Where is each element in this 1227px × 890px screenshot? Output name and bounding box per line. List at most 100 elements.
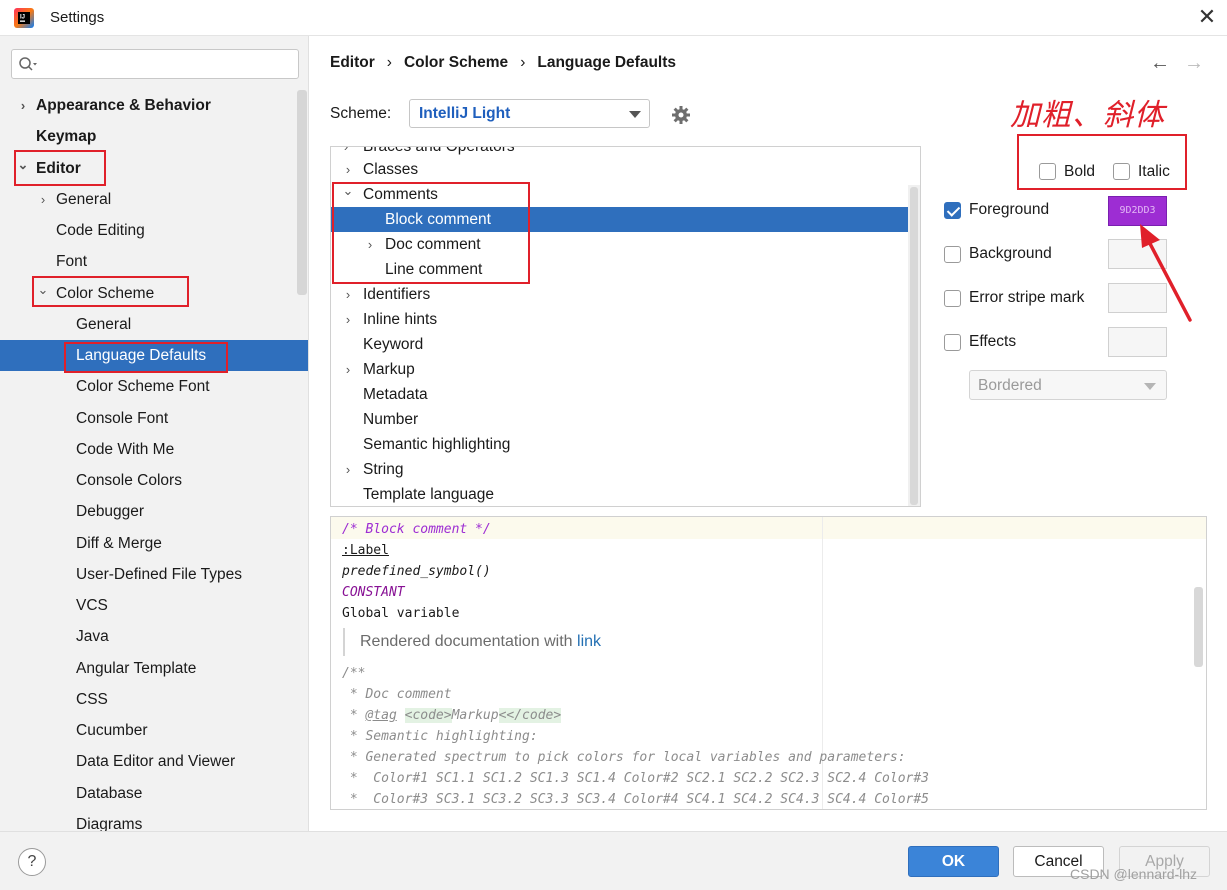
intellij-app-icon: IJ	[14, 8, 34, 28]
breadcrumb-separator: ›	[520, 54, 526, 71]
sidebar-item[interactable]: Diagrams	[0, 809, 308, 831]
back-arrow-icon[interactable]: ←	[1150, 52, 1170, 75]
sidebar-item-label: Angular Template	[76, 659, 197, 677]
chevron-right-icon[interactable]: ›	[341, 282, 355, 307]
breadcrumb-editor[interactable]: Editor	[330, 54, 375, 71]
ok-button[interactable]: OK	[908, 846, 999, 877]
gear-icon[interactable]	[670, 104, 692, 130]
breadcrumb-color-scheme[interactable]: Color Scheme	[404, 54, 508, 71]
preview-constant: CONSTANT	[342, 585, 405, 600]
sidebar-item-label: Code Editing	[56, 222, 145, 239]
preview-label: :Label	[342, 543, 389, 558]
effect-type-dropdown[interactable]: Bordered	[969, 370, 1167, 400]
sidebar-item[interactable]: Code With Me	[0, 434, 308, 465]
doc-markup: Markup	[451, 708, 499, 723]
tree-row-label: Semantic highlighting	[363, 436, 511, 453]
sidebar-item-label: Keymap	[36, 128, 97, 146]
chevron-right-icon[interactable]: ›	[341, 307, 355, 332]
foreground-checkbox[interactable]	[944, 202, 961, 219]
sidebar-item[interactable]: VCS	[0, 590, 308, 621]
search-icon	[19, 57, 37, 71]
tree-row[interactable]: Semantic highlighting	[331, 432, 909, 457]
annotation-box-language-defaults	[64, 342, 228, 373]
sidebar-item[interactable]: Debugger	[0, 496, 308, 527]
error-stripe-checkbox[interactable]	[944, 290, 961, 307]
preview-global-variable: Global variable	[342, 606, 460, 621]
tree-row[interactable]: Number	[331, 407, 909, 432]
sidebar-item-label: User-Defined File Types	[76, 565, 242, 583]
tree-row[interactable]: Template language	[331, 482, 909, 506]
tree-row[interactable]: › Inline hints	[331, 307, 909, 332]
annotation-box-comments	[332, 182, 530, 284]
sidebar-item[interactable]: Diff & Merge	[0, 528, 308, 559]
sidebar-item[interactable]: Keymap	[0, 121, 308, 152]
foreground-label: Foreground	[969, 201, 1050, 218]
sidebar-item[interactable]: › General	[0, 184, 308, 215]
chevron-down-icon	[1144, 383, 1156, 390]
sidebar-item[interactable]: Java	[0, 621, 308, 652]
background-checkbox[interactable]	[944, 246, 961, 263]
tree-row-label: Identifiers	[363, 286, 431, 303]
scheme-value: IntelliJ Light	[419, 105, 511, 122]
doc-tag: @tag	[365, 708, 397, 723]
sidebar-item[interactable]: CSS	[0, 684, 308, 715]
scheme-label: Scheme:	[330, 105, 392, 122]
annotation-text: 加粗、斜体	[1010, 98, 1165, 133]
rendered-doc-link[interactable]: link	[577, 633, 601, 650]
sidebar-item[interactable]: Color Scheme Font	[0, 371, 308, 402]
sidebar-item-label: VCS	[76, 597, 108, 614]
sidebar-scrollbar[interactable]	[297, 90, 307, 295]
effects-checkbox[interactable]	[944, 334, 961, 351]
sidebar-item-label: Database	[76, 784, 143, 802]
chevron-right-icon[interactable]: ›	[16, 90, 30, 121]
sidebar-item[interactable]: Console Colors	[0, 465, 308, 496]
chevron-right-icon[interactable]: ›	[341, 357, 355, 382]
sidebar-item-label: General	[76, 315, 132, 333]
preview-predefined-symbol: predefined_symbol()	[342, 564, 491, 579]
sidebar-item[interactable]: Code Editing	[0, 215, 308, 246]
code-preview[interactable]: /* Block comment */ :Label predefined_sy…	[330, 516, 1207, 810]
sidebar-item-label: Code With Me	[76, 440, 175, 458]
breadcrumb: Editor › Color Scheme › Language Defaults	[330, 54, 676, 72]
tree-scrollbar[interactable]	[908, 185, 920, 506]
chevron-right-icon[interactable]: ›	[341, 457, 355, 482]
tree-row-label: String	[363, 461, 404, 478]
scheme-dropdown[interactable]: IntelliJ Light	[409, 99, 650, 128]
sidebar-item-label: Appearance & Behavior	[36, 97, 211, 114]
preview-doc-line: * Generated spectrum to pick colors for …	[342, 750, 906, 765]
sidebar-item[interactable]: User-Defined File Types	[0, 559, 308, 590]
sidebar-item[interactable]: Database	[0, 778, 308, 809]
tree-row[interactable]: Metadata	[331, 382, 909, 407]
close-icon[interactable]: ✕	[1196, 6, 1218, 28]
chevron-right-icon[interactable]: ›	[36, 184, 50, 215]
sidebar-item-label: Color Scheme Font	[76, 378, 210, 396]
sidebar-item[interactable]: Angular Template	[0, 653, 308, 684]
tree-row[interactable]: › Identifiers	[331, 282, 909, 307]
tree-row[interactable]: Keyword	[331, 332, 909, 357]
doc-code-open: <code>	[404, 708, 452, 723]
chevron-down-icon	[629, 111, 641, 118]
search-field[interactable]	[42, 53, 292, 75]
tree-row[interactable]: › String	[331, 457, 909, 482]
effects-color-swatch[interactable]	[1108, 327, 1167, 357]
rendered-documentation: Rendered documentation with link	[343, 628, 601, 656]
sidebar-item[interactable]: Data Editor and Viewer	[0, 746, 308, 777]
help-button[interactable]: ?	[18, 848, 46, 876]
sidebar-item-label: General	[56, 190, 112, 208]
sidebar-item[interactable]: Cucumber	[0, 715, 308, 746]
tree-row[interactable]: › Classes	[331, 157, 909, 182]
preview-doc-line: /**	[342, 666, 366, 681]
preview-scrollbar[interactable]	[1194, 587, 1203, 667]
tree-row-label: Keyword	[363, 336, 424, 353]
search-input[interactable]	[11, 49, 299, 79]
sidebar-item[interactable]: General	[0, 309, 308, 340]
sidebar-item[interactable]: Console Font	[0, 403, 308, 434]
sidebar-item-label: Java	[76, 628, 109, 646]
tree-row[interactable]: › Markup	[331, 357, 909, 382]
window-title: Settings	[50, 9, 105, 26]
tree-row-label: Classes	[363, 161, 419, 178]
forward-arrow-icon[interactable]: →	[1184, 52, 1204, 75]
doc-space	[397, 708, 405, 723]
sidebar-item[interactable]: › Appearance & Behavior	[0, 90, 308, 121]
annotation-box-bold-italic	[1017, 134, 1187, 190]
